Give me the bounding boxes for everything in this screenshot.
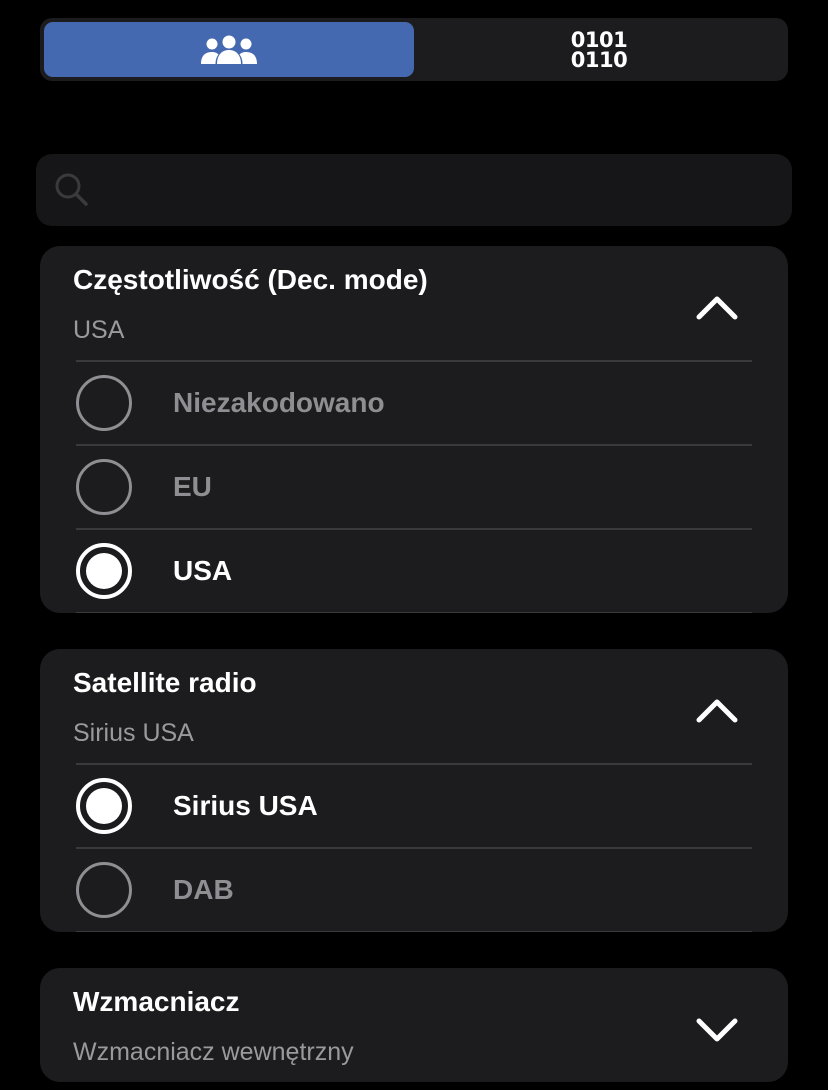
search-icon: [55, 173, 88, 206]
option-niezakodowano[interactable]: Niezakodowano: [40, 362, 788, 444]
option-sirius-usa[interactable]: Sirius USA: [40, 765, 788, 847]
frequency-section: Częstotliwość (Dec. mode) USA Niezakodow…: [40, 246, 788, 613]
divider: [76, 931, 752, 932]
tab-binary[interactable]: 0101 0110: [414, 22, 784, 77]
option-label: Niezakodowano: [173, 387, 385, 418]
divider: [76, 612, 752, 613]
option-label: USA: [173, 555, 233, 586]
binary-line-1: 0101: [570, 27, 628, 52]
binary-line-2: 0110: [570, 47, 628, 72]
frequency-section-header[interactable]: Częstotliwość (Dec. mode) USA: [40, 246, 788, 360]
option-label: DAB: [173, 874, 234, 905]
option-eu[interactable]: EU: [40, 446, 788, 528]
option-label: EU: [173, 471, 212, 502]
radio-button-selected[interactable]: [76, 778, 132, 834]
section-value: USA: [73, 316, 125, 344]
chevron-up-icon[interactable]: [694, 284, 740, 330]
option-dab[interactable]: DAB: [40, 849, 788, 931]
search-bar: [36, 154, 792, 228]
radio-button-selected[interactable]: [76, 543, 132, 599]
option-usa[interactable]: USA: [40, 530, 788, 612]
users-icon: [201, 35, 257, 64]
radio-button[interactable]: [76, 375, 132, 431]
search-input[interactable]: [108, 154, 772, 228]
view-segmented-control: 0101 0110: [40, 18, 788, 81]
tab-users[interactable]: [44, 22, 414, 77]
section-title: Częstotliwość (Dec. mode): [73, 264, 428, 295]
satellite-radio-section-header[interactable]: Satellite radio Sirius USA: [40, 649, 788, 763]
section-value: Sirius USA: [73, 719, 194, 747]
chevron-down-icon[interactable]: [694, 1006, 740, 1052]
section-value: Wzmacniacz wewnętrzny: [73, 1038, 354, 1066]
option-label: Sirius USA: [173, 790, 318, 821]
binary-icon: 0101 0110: [570, 27, 628, 72]
amplifier-section: Wzmacniacz Wzmacniacz wewnętrzny: [40, 968, 788, 1082]
section-title: Wzmacniacz: [73, 986, 240, 1017]
radio-button[interactable]: [76, 862, 132, 918]
satellite-radio-section: Satellite radio Sirius USA Sirius USA DA…: [40, 649, 788, 932]
radio-button[interactable]: [76, 459, 132, 515]
amplifier-section-header[interactable]: Wzmacniacz Wzmacniacz wewnętrzny: [40, 968, 788, 1082]
section-title: Satellite radio: [73, 667, 257, 698]
chevron-up-icon[interactable]: [694, 687, 740, 733]
